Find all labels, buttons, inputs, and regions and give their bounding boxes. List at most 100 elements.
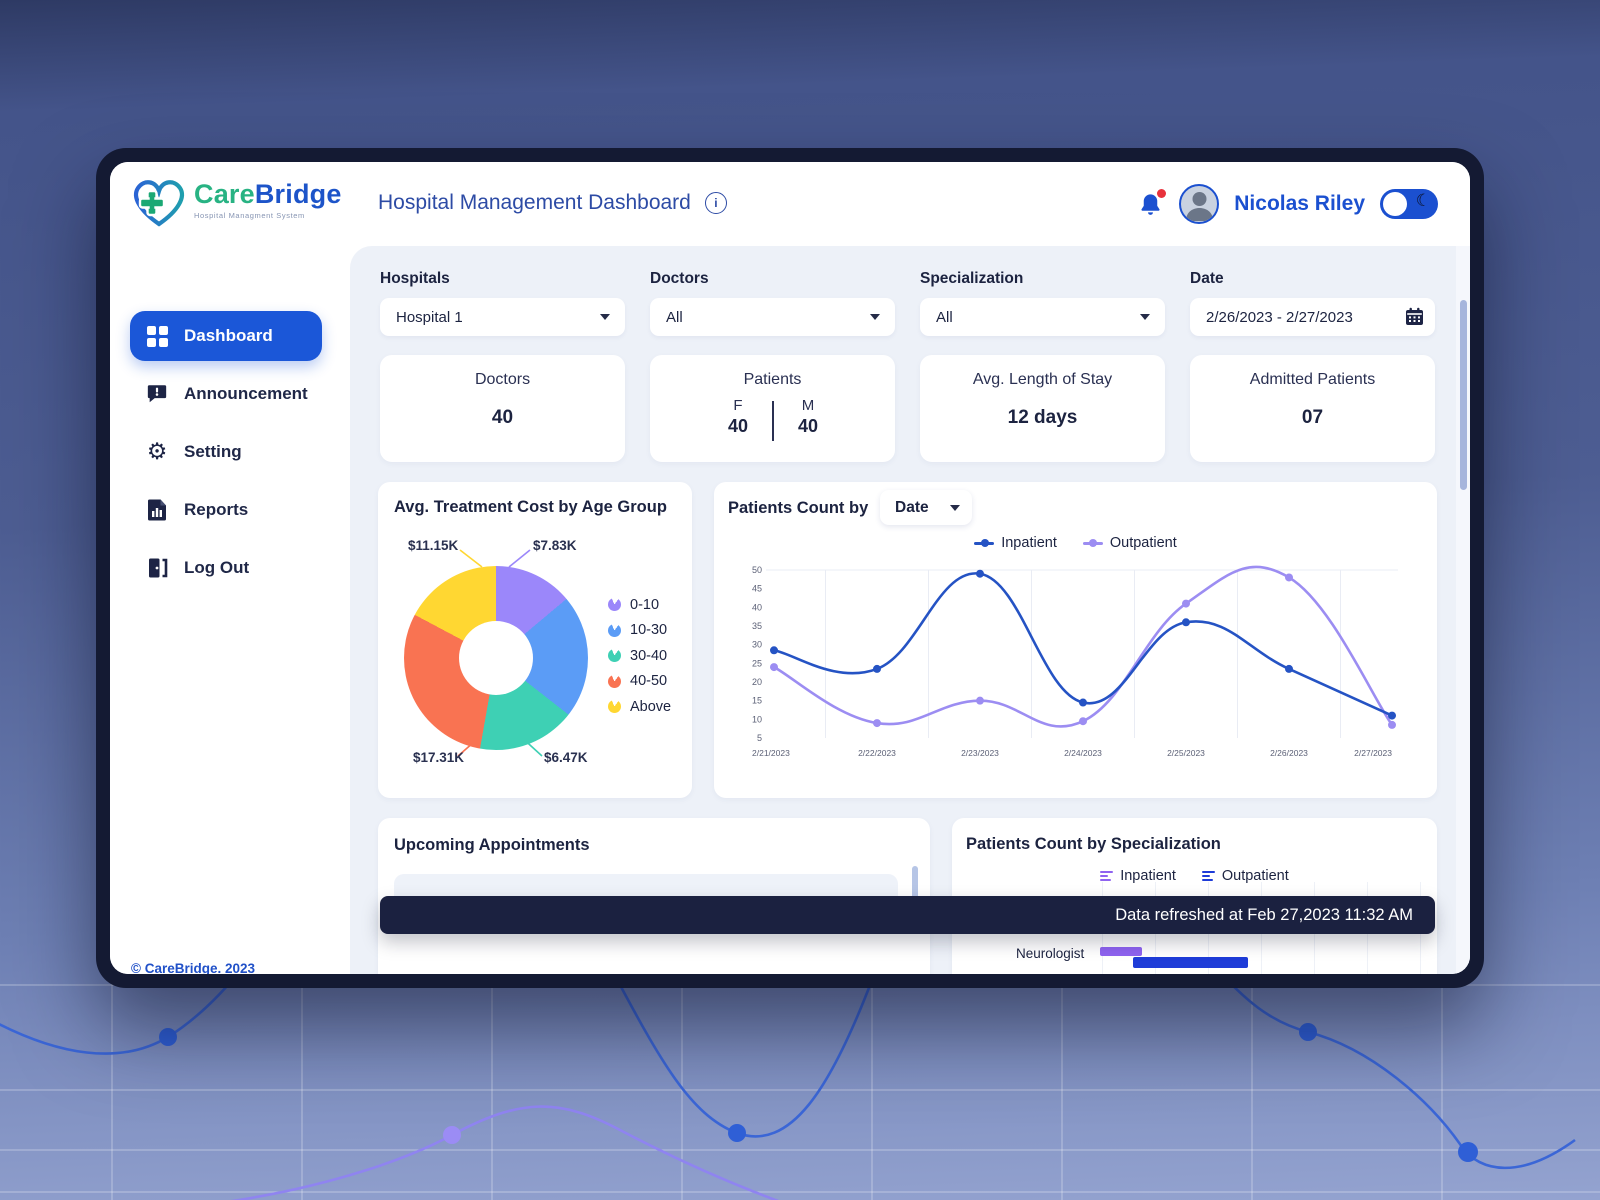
sidebar-item-reports[interactable]: Reports [130,485,330,535]
svg-text:10: 10 [752,714,762,724]
main-content: Hospitals Hospital 1 Doctors All Special… [350,246,1470,974]
spec-bar-inpatient[interactable] [1100,947,1142,956]
male-count: 40 [788,416,828,437]
stat-title: Admitted Patients [1190,371,1435,389]
chevron-down-icon [1140,314,1150,320]
doctors-dropdown[interactable]: All [650,298,895,336]
bar-chart-icon [1202,871,1215,882]
svg-text:2/26/2023: 2/26/2023 [1270,748,1308,758]
group-by-dropdown[interactable]: Date [880,490,972,525]
donut-legend-item[interactable]: Above [608,694,671,720]
hospitals-dropdown-value: Hospital 1 [396,309,463,326]
filter-label-hospitals: Hospitals [380,270,625,288]
notification-bell-icon[interactable] [1137,191,1164,218]
main-scrollbar-thumb[interactable] [1460,300,1467,490]
sidebar-item-label: Setting [184,442,242,462]
stat-card-admitted-patients: Admitted Patients 07 [1190,355,1435,462]
svg-text:50: 50 [752,565,762,575]
svg-text:20: 20 [752,677,762,687]
sidebar-item-label: Dashboard [184,326,273,346]
line-legend-marker [974,538,994,548]
line-legend-item[interactable]: Outpatient [1083,535,1177,551]
sidebar-item-label: Announcement [184,384,308,404]
svg-text:35: 35 [752,621,762,631]
specialization-chart-title: Patients Count by Specialization [966,835,1221,854]
app-window: CareBridge Hospital Managment System Hos… [96,148,1484,988]
donut-callout: $11.15K [408,538,458,553]
donut-callout: $6.47K [544,750,588,765]
donut-callout: $17.31K [413,750,464,765]
svg-text:25: 25 [752,658,762,668]
divider [772,401,774,441]
gear-icon: ⚙ [145,441,169,463]
line-legend-item[interactable]: Inpatient [974,535,1057,551]
sidebar-item-label: Log Out [184,558,249,578]
spec-legend-item[interactable]: Outpatient [1202,868,1289,884]
sidebar-item-dashboard[interactable]: Dashboard [130,311,322,361]
line-legend-marker [1083,538,1103,548]
announcement-icon [145,383,169,405]
logout-door-icon [145,557,169,579]
spec-category-label: Neurologist [1016,946,1084,961]
treatment-cost-card: Avg. Treatment Cost by Age Group $11.15K… [378,482,692,798]
app-header: CareBridge Hospital Managment System Hos… [110,162,1470,246]
brand-tagline: Hospital Managment System [194,211,342,220]
app-surface: CareBridge Hospital Managment System Hos… [110,162,1470,974]
sidebar-item-setting[interactable]: ⚙ Setting [130,427,330,477]
date-range-picker[interactable]: 2/26/2023 - 2/27/2023 [1190,298,1435,336]
filter-label-specialization: Specialization [920,270,1165,288]
page-title: Hospital Management Dashboard [378,191,691,215]
donut-legend-item[interactable]: 40-50 [608,669,671,695]
stat-card-patients: Patients F 40 M 40 [650,355,895,462]
user-avatar[interactable] [1179,184,1219,224]
svg-text:5: 5 [757,733,762,743]
specialization-dropdown[interactable]: All [920,298,1165,336]
bar-chart-icon [1100,871,1113,882]
donut-legend-item[interactable]: 30-40 [608,643,671,669]
toggle-knob [1383,192,1407,216]
user-name: Nicolas Riley [1234,192,1365,216]
sidebar-item-announcement[interactable]: Announcement [130,369,330,419]
donut-legend-item[interactable]: 0-10 [608,592,671,618]
svg-text:2/24/2023: 2/24/2023 [1064,748,1102,758]
patients-count-card: Patients Count by Date Inpatient Outpati… [714,482,1437,798]
stat-card-length-of-stay: Avg. Length of Stay 12 days [920,355,1165,462]
moon-icon: ☾ [1416,191,1431,211]
donut-legend-swatch [608,700,621,713]
notification-badge [1157,189,1166,198]
line-chart-svg: 51015202530354045502/21/20232/22/20232/2… [740,560,1420,772]
sidebar-item-label: Reports [184,500,248,520]
spec-bar-outpatient[interactable] [1133,957,1248,968]
donut-legend-item[interactable]: 10-30 [608,618,671,644]
donut-legend-swatch [608,649,621,662]
filter-label-doctors: Doctors [650,270,895,288]
donut-legend-swatch [608,624,621,637]
donut-legend-swatch [608,598,621,611]
spec-legend-item[interactable]: Inpatient [1100,868,1176,884]
donut-legend: 0-10 10-30 30-40 40-50 Above [608,592,671,720]
sidebar: Dashboard Announcement ⚙ Setti [110,246,350,974]
info-icon[interactable]: i [705,192,727,214]
hospitals-dropdown[interactable]: Hospital 1 [380,298,625,336]
svg-text:30: 30 [752,640,762,650]
dark-mode-toggle[interactable]: ☾ [1380,189,1438,219]
appointments-title: Upcoming Appointments [394,836,590,855]
stat-title: Patients [650,371,895,389]
chevron-down-icon [950,505,960,511]
chevron-down-icon [600,314,610,320]
doctors-dropdown-value: All [666,309,683,326]
svg-text:40: 40 [752,602,762,612]
sidebar-item-logout[interactable]: Log Out [130,543,330,593]
male-label: M [788,397,828,414]
donut-legend-swatch [608,675,621,688]
copyright: © CareBridge. 2023 [131,961,326,974]
svg-text:2/22/2023: 2/22/2023 [858,748,896,758]
stat-value: 07 [1190,407,1435,429]
chevron-down-icon [870,314,880,320]
main-scrollbar-track[interactable] [1456,246,1470,974]
group-by-value: Date [895,499,929,517]
stat-title: Doctors [380,371,625,389]
svg-text:45: 45 [752,584,762,594]
stat-value: 40 [380,407,625,429]
svg-text:2/27/2023: 2/27/2023 [1354,748,1392,758]
